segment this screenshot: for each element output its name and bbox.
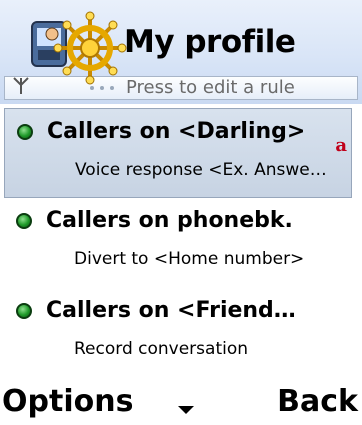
profile-wheel-icon — [31, 11, 127, 85]
status-dot-icon — [17, 124, 33, 140]
info-text: Press to edit a rule — [126, 77, 295, 98]
list-item[interactable]: Callers on <Darling> Voice response <Ex.… — [4, 108, 352, 198]
rules-list: Callers on <Darling> Voice response <Ex.… — [0, 108, 362, 378]
back-softkey[interactable]: Back — [277, 384, 358, 419]
rule-title: Callers on <Friend… — [46, 298, 296, 323]
rule-subtitle: Voice response <Ex. Answe… — [75, 160, 327, 180]
list-item[interactable]: Callers on <Friend… Record conversation — [4, 288, 352, 378]
selection-marker: a — [335, 135, 347, 156]
title-bar: My profile Press to edit a rule — [0, 0, 362, 104]
rule-title: Callers on phonebk. — [46, 208, 293, 233]
chevron-down-icon[interactable] — [178, 406, 194, 414]
page-title: My profile — [124, 24, 296, 60]
rule-subtitle: Divert to <Home number> — [74, 249, 305, 269]
options-softkey[interactable]: Options — [2, 384, 133, 419]
status-dot-icon — [16, 303, 32, 319]
list-item[interactable]: Callers on phonebk. Divert to <Home numb… — [4, 198, 352, 288]
softkey-bar: Options Back — [0, 378, 362, 425]
status-dot-icon — [16, 213, 32, 229]
rule-title: Callers on <Darling> — [47, 119, 306, 144]
rule-subtitle: Record conversation — [74, 339, 249, 359]
